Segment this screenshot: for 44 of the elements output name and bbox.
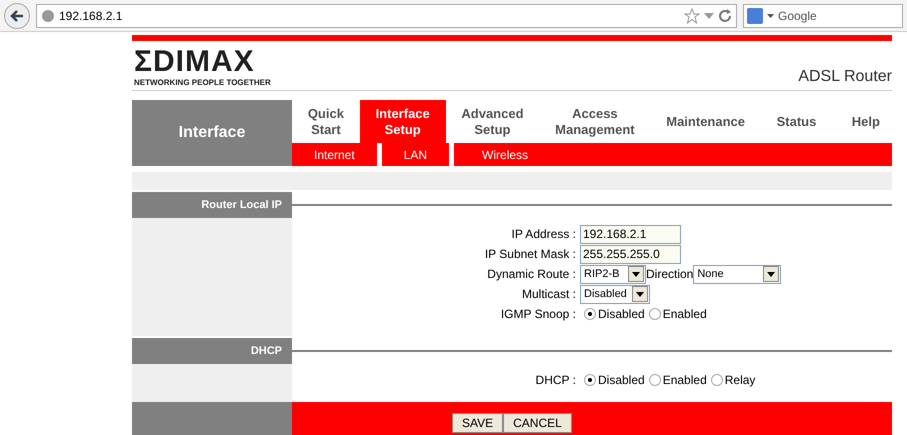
back-button[interactable]	[4, 2, 30, 28]
star-icon[interactable]	[684, 8, 700, 24]
dropdown[interactable]: RIP2-B	[580, 264, 646, 284]
section-heading: Router Local IP	[132, 192, 292, 218]
section-header: Interface	[132, 100, 292, 166]
radio-button[interactable]	[710, 374, 723, 386]
dropdown-arrow-icon[interactable]	[767, 14, 774, 18]
radio-button[interactable]	[584, 374, 596, 386]
back-arrow-icon	[10, 10, 24, 22]
dropdown[interactable]: Disabled	[580, 284, 650, 304]
brand-logo: ΣDIMAX	[134, 47, 256, 77]
radio-button[interactable]	[648, 374, 661, 386]
sub-tab[interactable]: Wireless	[454, 143, 556, 166]
field-label: Multicast :	[520, 286, 577, 303]
search-placeholder: Google	[778, 8, 817, 24]
field-label: Direction	[646, 266, 694, 283]
input-field[interactable]: 255.255.255.0	[580, 244, 681, 264]
field-label: IP Subnet Mask :	[484, 246, 577, 263]
search-engine-icon[interactable]	[747, 8, 763, 24]
tagline: NETWORKING PEOPLE TOGETHER	[134, 77, 271, 89]
sub-tab[interactable]: Internet	[292, 143, 382, 166]
radio-label: Relay	[724, 372, 756, 389]
radio-label: Disabled	[598, 372, 645, 389]
reload-icon[interactable]	[718, 8, 732, 22]
search-field[interactable]: Google	[743, 4, 903, 28]
url-text: 192.168.2.1	[59, 8, 124, 24]
field-label: DHCP :	[534, 372, 577, 389]
dropdown[interactable]: None	[693, 264, 782, 284]
form-button[interactable]: CANCEL	[503, 413, 572, 433]
radio-label: Enabled	[662, 306, 707, 323]
nav-tab[interactable]: Interface Setup	[360, 100, 446, 143]
address-bar[interactable]: 192.168.2.1	[36, 4, 737, 28]
sub-tab[interactable]: LAN	[382, 143, 454, 166]
field-label: IGMP Snoop :	[500, 306, 577, 323]
radio-label: Disabled	[598, 306, 645, 323]
field-label: IP Address :	[510, 226, 577, 243]
input-field[interactable]: 192.168.2.1	[580, 224, 681, 244]
radio-button[interactable]	[584, 308, 596, 320]
field-label: Dynamic Route :	[486, 266, 577, 283]
form-button[interactable]: SAVE	[452, 413, 504, 433]
section-heading: DHCP	[132, 338, 292, 364]
radio-button[interactable]	[648, 308, 661, 320]
product-name: ADSL Router	[798, 67, 892, 87]
radio-label: Enabled	[662, 372, 707, 389]
